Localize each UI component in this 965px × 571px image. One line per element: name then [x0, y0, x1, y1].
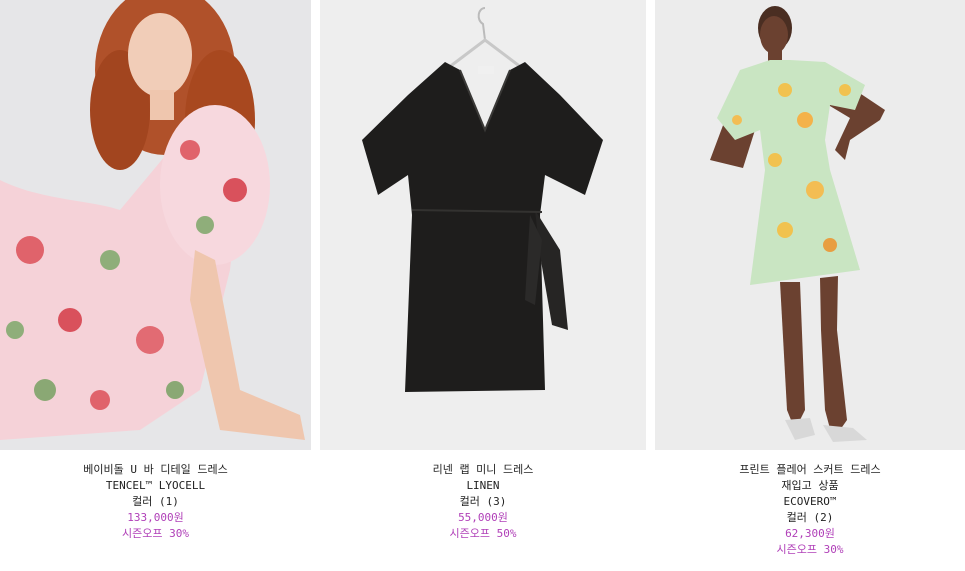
product-material: ECOVERO™: [783, 495, 837, 508]
product-card[interactable]: 리넨 랩 미니 드레스 LINEN 컬러 (3) 55,000원 시즌오프 50…: [320, 0, 646, 542]
product-price: 62,300원: [785, 527, 835, 540]
floral-dress-image: [0, 0, 311, 450]
product-name[interactable]: 프린트 플레어 스커트 드레스: [655, 462, 965, 478]
product-card[interactable]: 프린트 플레어 스커트 드레스 재입고 상품 ECOVERO™ 컬러 (2) 6…: [655, 0, 965, 558]
product-price: 55,000원: [458, 511, 508, 524]
product-name[interactable]: 리넨 랩 미니 드레스: [320, 462, 646, 478]
product-material: LINEN: [466, 479, 500, 492]
product-info: 베이비돌 U 바 디테일 드레스 TENCEL™ LYOCELL 컬러 (1) …: [0, 450, 311, 542]
sale-badge: 시즌오프 30%: [776, 543, 844, 556]
product-grid: 베이비돌 U 바 디테일 드레스 TENCEL™ LYOCELL 컬러 (1) …: [0, 0, 965, 571]
product-name[interactable]: 베이비돌 U 바 디테일 드레스: [0, 462, 311, 478]
product-image[interactable]: [320, 0, 646, 450]
product-price: 133,000원: [127, 511, 184, 524]
sale-badge: 시즌오프 50%: [449, 527, 517, 540]
product-info: 리넨 랩 미니 드레스 LINEN 컬러 (3) 55,000원 시즌오프 50…: [320, 450, 646, 542]
product-colors: 컬러 (1): [132, 495, 179, 508]
product-material: TENCEL™ LYOCELL: [105, 479, 206, 492]
product-colors: 컬러 (2): [786, 511, 834, 524]
product-colors: 컬러 (3): [459, 495, 507, 508]
product-image[interactable]: [655, 0, 965, 450]
product-info: 프린트 플레어 스커트 드레스 재입고 상품 ECOVERO™ 컬러 (2) 6…: [655, 450, 965, 558]
product-card[interactable]: 베이비돌 U 바 디테일 드레스 TENCEL™ LYOCELL 컬러 (1) …: [0, 0, 311, 542]
product-subtitle: 재입고 상품: [781, 479, 839, 492]
mint-dress-image: [655, 0, 965, 450]
sale-badge: 시즌오프 30%: [122, 527, 189, 540]
black-dress-image: [320, 0, 646, 450]
product-image[interactable]: [0, 0, 311, 450]
